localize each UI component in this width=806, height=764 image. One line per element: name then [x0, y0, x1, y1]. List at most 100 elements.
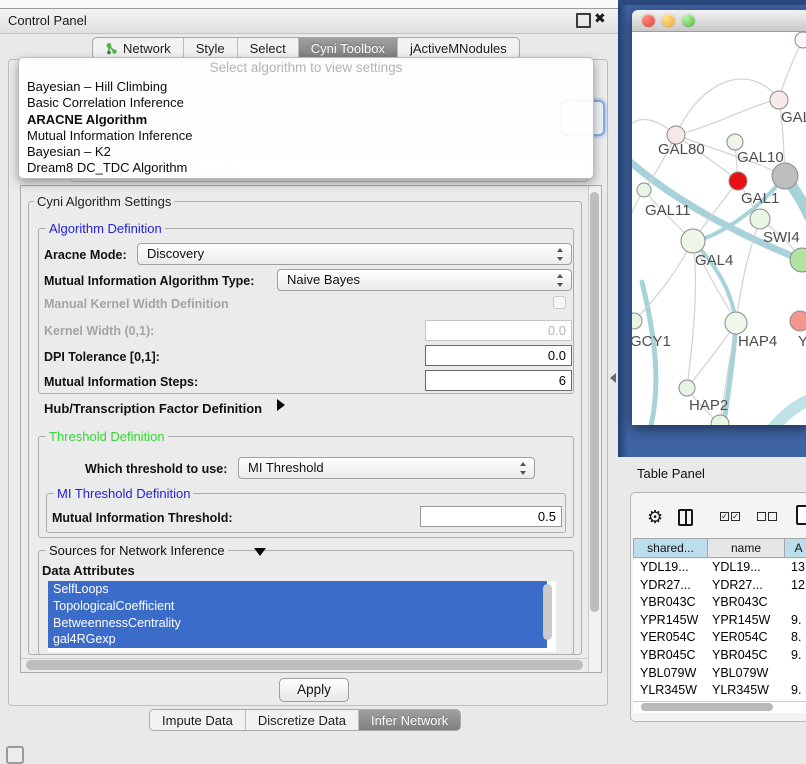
hub-expand-icon[interactable]	[277, 399, 285, 411]
table-row[interactable]: YER054CYER054C8.	[633, 629, 806, 647]
which-threshold-combo[interactable]: MI Threshold	[238, 457, 535, 479]
network-node[interactable]	[772, 163, 798, 189]
network-node-gal10[interactable]	[727, 134, 743, 150]
mi-threshold-label: Mutual Information Threshold:	[52, 511, 233, 525]
table-cell: YBR045C	[708, 647, 785, 665]
algorithm-option[interactable]: Bayesian – K2	[19, 144, 593, 160]
gear-icon[interactable]: ⚙	[647, 507, 663, 528]
cyni-algorithm-settings-title: Cyni Algorithm Settings	[34, 194, 174, 209]
network-node-hap2[interactable]	[679, 380, 695, 396]
minimize-traffic-light-icon[interactable]	[662, 14, 675, 27]
network-node[interactable]	[790, 248, 806, 272]
table-row[interactable]: YPR145WYPR145W9.	[633, 612, 806, 630]
desktop-shadow-edge	[618, 0, 628, 457]
network-edge	[779, 40, 803, 100]
zoom-traffic-light-icon[interactable]	[682, 14, 695, 27]
table-cell: YLR345W	[708, 682, 785, 700]
network-node-label: HAP2	[689, 397, 728, 414]
sources-collapse-icon[interactable]	[254, 548, 266, 556]
select-all-checkbox-icon[interactable]: ✓	[720, 512, 729, 521]
which-threshold-value: MI Threshold	[248, 460, 324, 475]
network-node-y[interactable]	[790, 311, 806, 331]
dpi-tolerance-field[interactable]: 0.0	[425, 345, 572, 366]
tab-jactivemnodules[interactable]: jActiveMNodules	[398, 38, 519, 58]
close-icon[interactable]: ✖	[594, 10, 606, 27]
control-panel-tabs: Network StyleSelectCyni ToolboxjActiveMNo…	[92, 37, 520, 59]
settings-hscrollbar-thumb[interactable]	[26, 660, 583, 670]
mi-threshold-group-title: MI Threshold Definition	[54, 486, 193, 501]
algorithm-option[interactable]: Bayesian – Hill Climbing	[19, 79, 593, 95]
splitpane-collapse-icon[interactable]	[610, 373, 616, 383]
network-node-gal1[interactable]	[729, 172, 747, 190]
column-header-third[interactable]: A	[785, 538, 806, 558]
export-table-icon[interactable]	[796, 505, 806, 525]
table-row[interactable]: YBR045CYBR045C9.	[633, 647, 806, 665]
algorithm-option[interactable]: Mutual Information Inference	[19, 128, 593, 144]
minimized-panel-icon[interactable]	[6, 746, 24, 764]
aracne-mode-value: Discovery	[147, 246, 204, 261]
algorithm-popup-placeholder: Select algorithm to view settings	[19, 60, 593, 75]
deselect-all-checkbox-icon-2[interactable]	[768, 512, 777, 521]
data-attribute-item[interactable]: gal4RGexp	[48, 631, 547, 648]
apply-button[interactable]: Apply	[279, 678, 349, 702]
column-browser-icon[interactable]	[678, 509, 693, 526]
mi-threshold-field[interactable]: 0.5	[420, 506, 562, 527]
column-header-shared-name[interactable]: shared...	[633, 538, 708, 558]
bottom-tab-discretize-data[interactable]: Discretize Data	[246, 710, 359, 730]
table-cell: 9.	[785, 682, 801, 700]
deselect-all-checkbox-icon[interactable]	[757, 512, 766, 521]
kernel-width-field[interactable]: 0.0	[425, 320, 572, 341]
table-cell: YPR145W	[708, 612, 785, 630]
tab-style[interactable]: Style	[184, 38, 238, 58]
network-node-gal11[interactable]	[637, 183, 651, 197]
control-panel-top-strip	[0, 0, 618, 9]
data-attribute-item[interactable]: TopologicalCoefficient	[48, 598, 547, 615]
table-row[interactable]: YDR27...YDR27...12	[633, 577, 806, 595]
network-node-gal4[interactable]	[681, 229, 705, 253]
data-attribute-item[interactable]: BetweennessCentrality	[48, 615, 547, 632]
attributes-scrollbar-thumb[interactable]	[543, 584, 552, 640]
table-row[interactable]: YBR043CYBR043C	[633, 594, 806, 612]
table-cell: YDR27...	[633, 577, 708, 595]
mi-steps-field[interactable]: 6	[425, 370, 572, 391]
network-node-gcy1[interactable]	[632, 313, 642, 329]
bottom-tab-impute-data[interactable]: Impute Data	[150, 710, 246, 730]
network-node-gal8[interactable]	[770, 91, 788, 109]
kernel-width-label: Kernel Width (0,1):	[44, 324, 154, 338]
tab-network[interactable]: Network	[93, 38, 184, 58]
float-window-icon[interactable]	[576, 13, 591, 28]
table-rows: YDL19...YDL19...13YDR27...YDR27...12YBR0…	[633, 559, 806, 702]
network-window-titlebar[interactable]	[632, 10, 806, 32]
column-header-name[interactable]: name	[708, 538, 785, 558]
table-hscrollbar-thumb[interactable]	[641, 703, 773, 711]
network-canvas[interactable]: GAL8GAL80GAL10GAL1GAL11SWI4GAL4GCY1HAP4Y…	[632, 32, 806, 425]
algorithm-option[interactable]: Basic Correlation Inference	[19, 95, 593, 111]
network-node[interactable]	[795, 32, 806, 48]
table-row[interactable]: YDL19...YDL19...13	[633, 559, 806, 577]
close-traffic-light-icon[interactable]	[642, 14, 655, 27]
table-cell: YDL19...	[708, 559, 785, 577]
data-attribute-item[interactable]: SelfLoops	[48, 581, 547, 598]
settings-vscrollbar-thumb[interactable]	[590, 192, 599, 612]
table-cell: YER054C	[708, 629, 785, 647]
tab-cyni-toolbox[interactable]: Cyni Toolbox	[299, 38, 398, 58]
manual-kernel-checkbox[interactable]	[553, 296, 566, 309]
tab-select[interactable]: Select	[238, 38, 299, 58]
network-node-swi4[interactable]	[750, 209, 770, 229]
mi-type-combo[interactable]: Naive Bayes	[277, 269, 572, 291]
aracne-mode-combo[interactable]: Discovery	[137, 243, 572, 265]
algorithm-option[interactable]: ARACNE Algorithm	[19, 112, 593, 128]
table-cell: 12	[785, 577, 805, 595]
network-edge	[676, 79, 779, 135]
algorithm-definition-title: Algorithm Definition	[46, 221, 165, 236]
tab-label: Network	[123, 41, 171, 56]
bottom-tab-infer-network[interactable]: Infer Network	[359, 710, 460, 730]
network-node-hap4[interactable]	[725, 312, 747, 334]
select-all-checkbox-icon-2[interactable]: ✓	[731, 512, 740, 521]
table-panel-title: Table Panel	[637, 466, 705, 481]
algorithm-option[interactable]: Dream8 DC_TDC Algorithm	[19, 160, 593, 176]
which-threshold-label: Which threshold to use:	[85, 462, 227, 476]
table-row[interactable]: YBL079WYBL079W	[633, 665, 806, 683]
table-row[interactable]: YLR345WYLR345W9.	[633, 682, 806, 700]
desktop-top-band	[618, 0, 806, 5]
